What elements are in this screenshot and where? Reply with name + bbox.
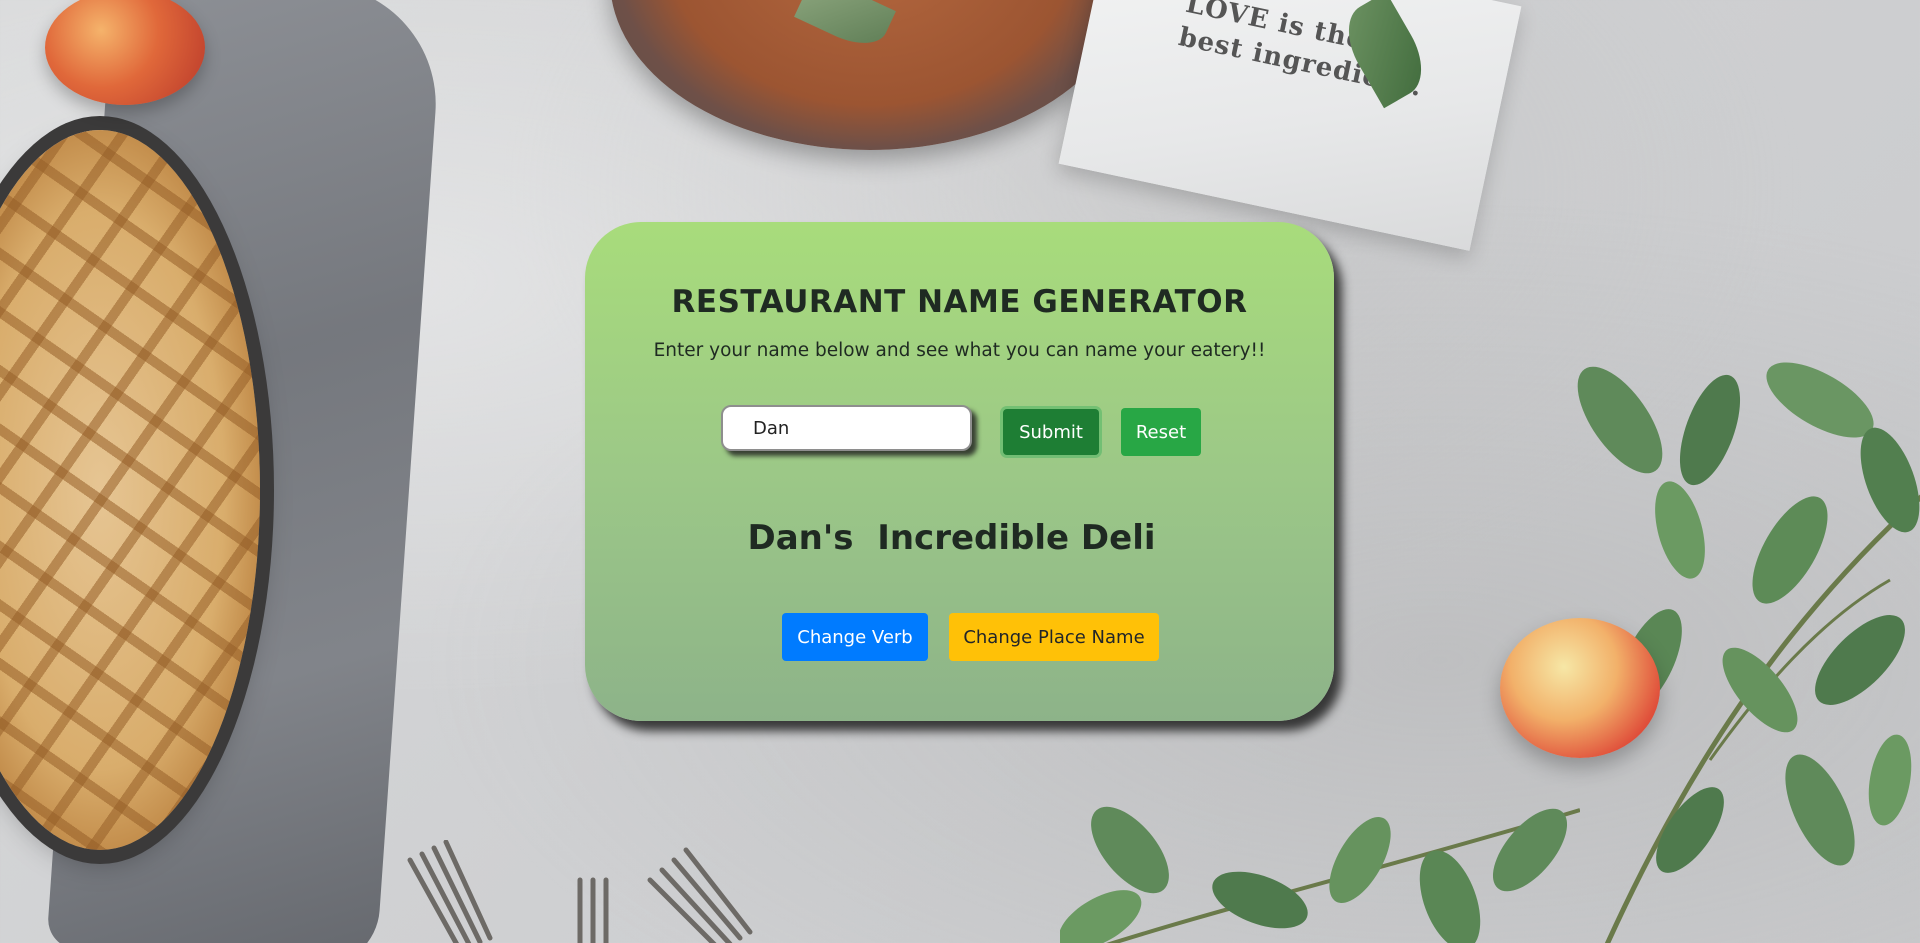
napkin-printed-text: LOVE is the best ingredient.	[1176, 0, 1433, 105]
generated-restaurant-name: Dan's Incredible Deli	[747, 518, 1156, 558]
generator-card: RESTAURANT NAME GENERATOR Enter your nam…	[585, 222, 1334, 721]
leaf-image	[794, 0, 896, 55]
eucalyptus-branch-image	[1060, 806, 1580, 943]
eucalyptus-branch-image	[1577, 362, 1920, 943]
apple-image	[1500, 618, 1660, 758]
instructions-text: Enter your name below and see what you c…	[653, 340, 1266, 361]
page-title: RESTAURANT NAME GENERATOR	[671, 284, 1248, 320]
clay-plate-image	[610, 0, 1130, 150]
change-place-name-button[interactable]: Change Place Name	[949, 613, 1159, 661]
reset-button[interactable]: Reset	[1121, 408, 1201, 456]
apple-image	[45, 0, 205, 105]
gray-cloth-decoration	[46, 0, 444, 943]
forks-image	[407, 840, 753, 943]
change-verb-button[interactable]: Change Verb	[782, 613, 928, 661]
submit-button[interactable]: Submit	[1003, 409, 1099, 455]
apple-pie-image	[0, 130, 260, 850]
name-input[interactable]	[721, 405, 972, 451]
